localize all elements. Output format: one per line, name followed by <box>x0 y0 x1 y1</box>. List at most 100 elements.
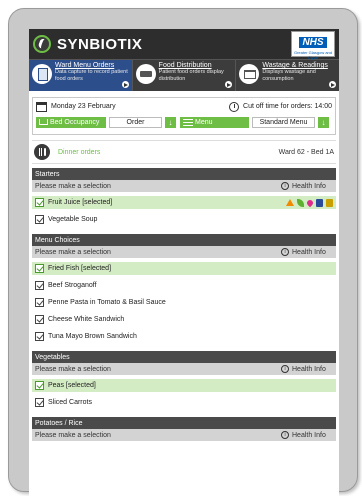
nav-text: Food Distribution Patient food orders di… <box>159 62 233 82</box>
calendar-icon[interactable] <box>36 101 47 112</box>
synbiotix-logo-icon <box>33 35 51 53</box>
nav-title: Wastage & Readings <box>262 62 328 69</box>
nav-text: Ward Menu Orders Data capture to record … <box>55 62 129 82</box>
section-header: Vegetables <box>32 351 336 363</box>
clipboard-icon <box>32 64 52 84</box>
menu-item-label: Fruit Juice [selected] <box>48 199 113 206</box>
menu-item[interactable]: Cheese White Sandwich <box>32 313 336 326</box>
date-row: Monday 23 February Cut off time for orde… <box>33 98 335 115</box>
selection-prompt: Please make a selection <box>35 365 111 373</box>
nhs-logo-subtitle: Greater Glasgow and Clyde <box>293 50 333 60</box>
menu-item[interactable]: Peas [selected] <box>32 379 336 392</box>
menu-label: Menu <box>180 116 249 128</box>
app-name: SYNBIOTIX <box>57 35 143 53</box>
arrow-right-icon <box>121 81 129 88</box>
info-icon: i <box>281 431 289 439</box>
health-info-label: Health Info <box>292 365 326 373</box>
menu-item-label: Tuna Mayo Brown Sandwich <box>48 333 137 340</box>
app-header: SYNBIOTIX NHS Greater Glasgow and Clyde <box>29 29 339 60</box>
selected-date[interactable]: Monday 23 February <box>51 103 116 110</box>
menu-item-label: Vegetable Soup <box>48 216 98 223</box>
tin-icon[interactable] <box>316 198 323 207</box>
app-screen: SYNBIOTIX NHS Greater Glasgow and Clyde … <box>29 29 339 496</box>
vegetables-list: Peas [selected] Sliced Carrots <box>29 375 339 417</box>
arrow-right-icon <box>225 81 233 88</box>
orders-title: Dinner orders <box>58 148 101 156</box>
menu-item-label: Beef Stroganoff <box>48 282 97 289</box>
menu-item[interactable]: Fruit Juice [selected] <box>32 196 336 209</box>
bed-icon <box>39 119 48 125</box>
checkbox-icon[interactable] <box>35 398 44 407</box>
health-info-button[interactable]: i Health Info <box>281 182 333 190</box>
grain-icon[interactable] <box>326 198 333 207</box>
info-icon: i <box>281 248 289 256</box>
health-info-button[interactable]: i Health Info <box>281 248 333 256</box>
nav-food-distribution[interactable]: Food Distribution Patient food orders di… <box>133 60 237 91</box>
menu-item-label: Penne Pasta in Tomato & Basil Sauce <box>48 299 166 306</box>
leaf-icon[interactable] <box>297 198 304 207</box>
nav-desc: Displays wastage and consumption <box>262 69 316 82</box>
info-icon: i <box>281 182 289 190</box>
truck-icon <box>135 64 156 84</box>
menu-item-label: Fried Fish [selected] <box>48 265 112 272</box>
section-header: Menu Choices <box>32 234 336 246</box>
arrow-right-icon <box>329 81 337 88</box>
selection-prompt-row: Please make a selection i Health Info <box>32 429 336 441</box>
ward-bed-label: Ward 62 - Bed 1A <box>278 148 334 156</box>
health-info-label: Health Info <box>292 182 326 190</box>
selection-prompt: Please make a selection <box>35 182 111 190</box>
nhs-logo: NHS Greater Glasgow and Clyde <box>291 31 335 60</box>
menu-dropdown-button[interactable]: ↓ <box>318 116 329 128</box>
bed-occupancy-select[interactable]: Order <box>109 116 162 128</box>
checkbox-icon[interactable] <box>35 264 44 273</box>
nav-text: Wastage & Readings Displays wastage and … <box>262 62 336 82</box>
checkbox-icon[interactable] <box>35 198 44 207</box>
menu-item-label: Sliced Carrots <box>48 399 92 406</box>
selection-prompt-row: Please make a selection i Health Info <box>32 246 336 258</box>
selection-prompt-row: Please make a selection i Health Info <box>32 363 336 375</box>
menu-item[interactable]: Vegetable Soup <box>32 213 336 226</box>
checkbox-icon[interactable] <box>35 332 44 341</box>
bed-occupancy-dropdown-button[interactable]: ↓ <box>165 116 176 128</box>
menu-label-text: Menu <box>195 118 213 126</box>
menu-select[interactable]: Standard Menu <box>252 116 315 128</box>
checkbox-icon[interactable] <box>35 315 44 324</box>
nav-desc: Patient food orders display distribution <box>158 69 224 82</box>
menu-item[interactable]: Tuna Mayo Brown Sandwich <box>32 330 336 343</box>
drop-icon[interactable] <box>305 198 315 207</box>
checkbox-icon[interactable] <box>35 381 44 390</box>
menu-item[interactable]: Penne Pasta in Tomato & Basil Sauce <box>32 296 336 309</box>
health-info-label: Health Info <box>292 431 326 439</box>
menu-item[interactable]: Sliced Carrots <box>32 396 336 409</box>
health-info-label: Health Info <box>292 248 326 256</box>
bed-occupancy-label: Bed Occupancy <box>36 116 106 128</box>
nav-ward-menu-orders[interactable]: Ward Menu Orders Data capture to record … <box>29 60 133 91</box>
menu-choices-list: Fried Fish [selected] Beef Stroganoff Pe… <box>29 258 339 351</box>
health-info-button[interactable]: i Health Info <box>281 431 333 439</box>
menu-item[interactable]: Beef Stroganoff <box>32 279 336 292</box>
menu-item-label: Cheese White Sandwich <box>48 316 125 323</box>
main-nav: Ward Menu Orders Data capture to record … <box>29 59 339 91</box>
nhs-logo-mark: NHS <box>299 37 327 48</box>
orders-header: Dinner orders Ward 62 - Bed 1A <box>32 140 336 164</box>
checkbox-icon[interactable] <box>35 298 44 307</box>
menu-item-label: Peas [selected] <box>48 382 96 389</box>
section-header: Starters <box>32 168 336 180</box>
filter-row: Bed Occupancy Order ↓ Menu Standard Menu… <box>33 115 335 129</box>
cart-icon <box>239 64 260 84</box>
checkbox-icon[interactable] <box>35 215 44 224</box>
nav-title: Food Distribution <box>158 62 212 69</box>
nav-title: Ward Menu Orders <box>55 62 115 69</box>
nav-wastage-readings[interactable]: Wastage & Readings Displays wastage and … <box>236 60 339 91</box>
checkbox-icon[interactable] <box>35 281 44 290</box>
cutlery-icon <box>34 144 50 160</box>
selection-prompt: Please make a selection <box>35 248 111 256</box>
section-header: Potatoes / Rice <box>32 417 336 429</box>
menu-lines-icon <box>183 118 193 126</box>
menu-item[interactable]: Fried Fish [selected] <box>32 262 336 275</box>
warning-icon[interactable] <box>286 199 294 206</box>
health-info-button[interactable]: i Health Info <box>281 365 333 373</box>
cutoff-time: Cut off time for orders: 14:00 <box>243 103 332 110</box>
clock-icon <box>229 101 240 112</box>
selection-prompt-row: Please make a selection i Health Info <box>32 180 336 192</box>
